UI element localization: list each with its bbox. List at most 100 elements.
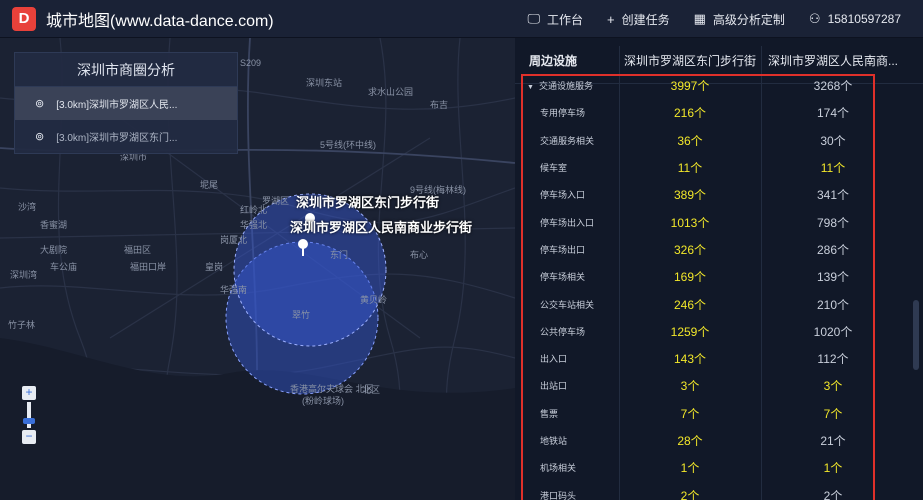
zoom-in-button[interactable]: + [22,386,36,400]
count-cell-dongmen: 246个 [673,297,707,312]
facility-name-cell: 专用停车场 [515,106,619,119]
count-cell-dongmen: 3个 [680,379,700,394]
column-header-dongmen: 深圳市罗湖区东门步行街 [623,54,756,68]
map-label: 福田区 [124,245,152,255]
plus-icon: + [607,11,615,27]
facility-name-cell: 公共停车场 [515,325,619,338]
app-logo[interactable]: D [12,6,36,31]
table-scrollbar[interactable] [913,300,919,370]
calendar-icon: ▦ [693,11,706,26]
location-pin-icon: ⊚ [35,131,45,143]
count-cell-renmin: 341个 [816,188,850,203]
count-cell-renmin: 139个 [816,270,850,285]
count-cell-renmin: 174个 [816,106,850,121]
poi-item-label: [3.0km]深圳市罗湖区东门... [56,133,178,144]
table-row: 交通服务相关 36个 30个 [515,127,923,154]
facility-name-cell: 出入口 [515,352,619,365]
poi-item-label: [3.0km]深圳市罗湖区人民... [56,100,178,111]
poi-item-dongmen[interactable]: ⊚ [3.0km]深圳市罗湖区东门... [15,120,237,153]
facility-name: 交通设施服务 [538,81,593,92]
map-label: 翠竹 [292,310,311,320]
facility-name-cell: 停车场相关 [515,270,619,283]
count-cell-renmin: 11个 [820,161,846,176]
count-cell-dongmen: 3997个 [670,79,710,94]
map-label: (粉岭球场) [302,396,344,406]
table-row: 公共停车场 1259个 1020个 [515,318,923,345]
count-cell-dongmen: 389个 [673,188,707,203]
nav-user[interactable]: ⚇ 15810597287 [797,11,913,27]
facility-name-cell: 候车室 [515,161,619,174]
count-cell-renmin: 3268个 [813,79,853,94]
map-label: 华强北 [240,220,268,230]
column-header-renmin: 深圳市罗湖区人民南商... [767,54,898,68]
map-label: 皇岗 [205,262,224,272]
map-label: 求水山公园 [368,87,414,97]
table-row: 出站口 3个 3个 [515,372,923,399]
map-label: 布心 [410,250,429,260]
facility-name: 停车场入口 [540,190,586,201]
table-row: 停车场出口 326个 286个 [515,236,923,263]
map-label: 福田口岸 [130,262,167,272]
nav-advanced-analysis[interactable]: ▦ 高级分析定制 [682,11,797,28]
count-cell-renmin: 30个 [820,133,846,148]
map-label: 黄贝岭 [360,295,388,305]
nav-user-label: 15810597287 [827,12,901,26]
count-cell-dongmen: 28个 [677,434,703,448]
top-nav: 🖵 工作台 + 创建任务 ▦ 高级分析定制 ⚇ 15810597287 [515,0,913,38]
map-label: 车公庙 [50,262,78,272]
count-cell-renmin: 286个 [816,242,850,257]
zoom-slider-handle[interactable] [23,418,35,424]
facility-name: 停车场出口 [540,244,586,255]
zoom-out-button[interactable]: − [22,430,36,444]
nav-workbench[interactable]: 🖵 工作台 [515,11,595,28]
map-label: 红岭北 [240,205,268,215]
count-cell-renmin: 1020个 [813,324,853,339]
count-cell-renmin: 7个 [823,406,843,421]
count-cell-renmin: 112个 [817,352,849,367]
count-cell-dongmen: 1个 [680,461,700,476]
nav-workbench-label: 工作台 [546,12,583,27]
zoom-slider[interactable] [23,402,35,428]
count-cell-dongmen: 326个 [673,242,707,257]
facility-name: 地铁站 [540,436,568,446]
count-cell-dongmen: 7个 [680,406,700,421]
facility-name: 出入口 [540,354,568,365]
table-group-row[interactable]: ▼ 交通设施服务 3997个 3268个 [515,72,923,99]
count-cell-dongmen: 2个 [680,488,700,500]
table-row: 候车室 11个 11个 [515,154,923,181]
map-label: 沙湾 [18,202,37,212]
map-label: 竹子林 [8,320,36,330]
count-cell-renmin: 2个 [823,488,843,500]
caret-down-icon[interactable]: ▼ [527,84,534,91]
count-cell-renmin: 3个 [823,379,843,394]
facility-name-cell: 停车场出口 [515,243,619,256]
user-icon: ⚇ [808,11,821,26]
facility-name-cell: 停车场入口 [515,188,619,201]
facility-name-cell: 地铁站 [515,434,619,447]
count-cell-dongmen: 143个 [673,352,707,367]
top-bar: D 城市地图(www.data-dance.com) 🖵 工作台 + 创建任务 … [0,0,923,38]
column-header-facility: 周边设施 [529,54,578,68]
count-cell-renmin: 798个 [816,215,850,230]
count-cell-dongmen: 11个 [677,161,703,176]
poi-item-renmin[interactable]: ⊚ [3.0km]深圳市罗湖区人民... [15,87,237,120]
map-label: 布吉 [430,100,449,110]
map-label: 大剧院 [40,245,68,255]
facility-name: 公交车站相关 [540,299,595,310]
map-label: 东门 [330,250,349,260]
count-cell-renmin: 21个 [820,434,846,448]
table-row: 地铁站 28个 21个 [515,427,923,454]
facility-name: 候车室 [540,163,568,174]
facility-name: 公共停车场 [540,326,586,337]
nav-advanced-analysis-label: 高级分析定制 [712,12,785,27]
facility-name: 售票 [540,408,559,419]
facilities-table: 周边设施 深圳市罗湖区东门步行街 深圳市罗湖区人民南商... ▼ 交通设施服务 39… [515,38,923,500]
table-row: 停车场入口 389个 341个 [515,181,923,208]
facility-name-cell: 公交车站相关 [515,298,619,311]
facility-name-cell: 交通服务相关 [515,134,619,147]
map-label: 岗厦北 [220,235,248,245]
nav-create-task[interactable]: + 创建任务 [595,11,682,28]
facility-name: 专用停车场 [540,108,586,119]
table-row: 专用停车场 216个 174个 [515,99,923,126]
business-district-panel: 深圳市商圈分析 ⊚ [3.0km]深圳市罗湖区人民... ⊚ [3.0km]深圳… [14,52,238,154]
